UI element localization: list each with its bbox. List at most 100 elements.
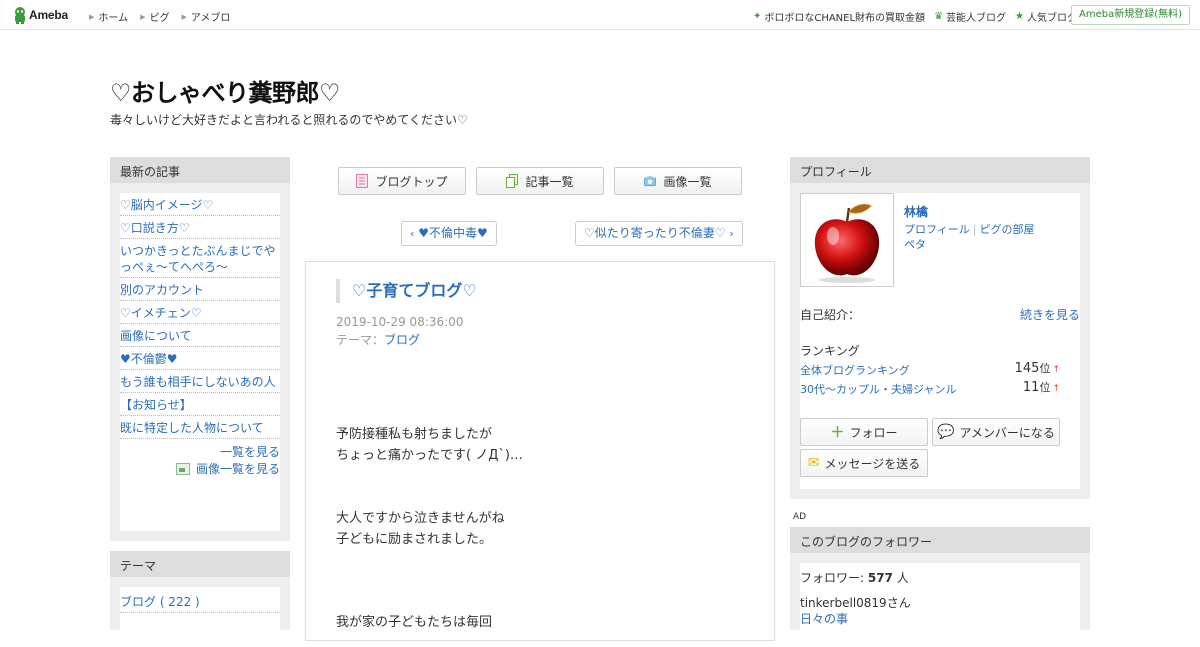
list-item[interactable]: 別のアカウント — [120, 278, 280, 301]
document-icon — [356, 174, 369, 188]
promo-label: 人気ブログ — [1027, 13, 1077, 24]
follow-button[interactable]: ＋ フォロー — [800, 418, 928, 446]
list-item[interactable]: ♡口説き方♡ — [120, 216, 280, 239]
plus-icon: ＋ — [830, 425, 845, 441]
amember-button[interactable]: 💬 アメンバーになる — [932, 418, 1060, 446]
blog-top-label: ブログトップ — [375, 174, 448, 189]
nav-item-ameblo[interactable]: ▶ アメブロ — [181, 9, 231, 25]
global-nav: ▶ ホーム ▶ ピグ ▶ アメブロ — [89, 9, 242, 25]
article-date: 2019-10-29 08:36:00 — [336, 315, 464, 329]
entry-link[interactable]: いつかきっとたぶんまじでやっぺぇ～てへぺろ～ — [120, 244, 276, 274]
camera-icon — [644, 176, 657, 187]
avatar[interactable] — [800, 193, 894, 287]
article-paragraph: 予防接種私も射ちましたが ちょっと痛かったです( ノД`)… — [336, 424, 523, 466]
article-title[interactable]: ♡子育てブログ♡ — [336, 279, 477, 303]
followers-body: フォロワー: 577 人 tinkerbell0819さん 日々の事 — [800, 563, 1080, 643]
entry-link[interactable]: ♡イメチェン♡ — [120, 306, 202, 320]
image-more-row: 画像一覧を見る — [120, 460, 280, 477]
message-label: メッセージを送る — [824, 456, 921, 471]
nav-item-pig[interactable]: ▶ ピグ — [140, 9, 169, 25]
nav-label: アメブロ — [190, 13, 231, 24]
prev-entry-label: ♥不倫中毒♥ — [418, 226, 488, 240]
image-list-label: 画像一覧 — [663, 174, 712, 189]
chevron-right-icon: ▶ — [140, 12, 146, 21]
sparkle-icon: ✦ — [752, 11, 762, 22]
list-item[interactable]: いつかきっとたぶんまじでやっぺぇ～てへぺろ～ — [120, 239, 280, 278]
list-more-link[interactable]: 一覧を見る — [220, 445, 280, 459]
message-button[interactable]: ✉ メッセージを送る — [800, 449, 928, 477]
list-item[interactable]: ブログ ( 222 ) — [120, 587, 280, 613]
promo-label: 芸能人ブログ — [946, 13, 1007, 24]
blog-nav-buttons: ブログトップ 記事一覧 画像一覧 — [338, 167, 742, 195]
profile-link[interactable]: プロフィール — [904, 223, 970, 236]
list-item[interactable]: もう誰も相手にしないあの人 — [120, 370, 280, 393]
theme-link[interactable]: ブログ ( 222 ) — [120, 595, 200, 609]
peta-link[interactable]: ペタ — [904, 238, 926, 251]
list-item[interactable]: ♡イメチェン♡ — [120, 301, 280, 324]
promo-label: ボロボロなCHANEL財布の買取金額 — [764, 13, 926, 24]
promo-link-popular-blog[interactable]: ★ 人気ブログ — [1015, 9, 1077, 24]
list-item[interactable]: 【お知らせ】 — [120, 393, 280, 416]
list-more-row: 一覧を見る — [120, 444, 280, 460]
register-button[interactable]: Ameba新規登録(無料) — [1070, 5, 1190, 25]
entry-link[interactable]: 別のアカウント — [120, 283, 204, 297]
speech-bubble-icon: 💬 — [937, 424, 955, 440]
article-line: 大人ですから泣きませんがね — [336, 511, 505, 526]
pig-room-link[interactable]: ピグの部屋 — [980, 223, 1035, 236]
entry-link[interactable]: ♥不倫鬱♥ — [120, 352, 178, 366]
ranking-row: 30代〜カップル・夫婦ジャンル 11位 ↑ — [800, 380, 1060, 397]
ranking-value: 145位 ↑ — [1015, 360, 1060, 376]
chevron-left-icon: ‹ — [410, 227, 415, 240]
followers-panel: このブログのフォロワー フォロワー: 577 人 tinkerbell0819さ… — [790, 527, 1090, 643]
ameba-logo[interactable]: Ameba — [13, 6, 68, 24]
blog-top-button[interactable]: ブログトップ — [338, 167, 466, 195]
global-header: Ameba ▶ ホーム ▶ ピグ ▶ アメブロ ✦ ボロボロなCHANEL財布の買取金額… — [0, 0, 1200, 30]
chevron-right-icon: ▶ — [89, 12, 95, 21]
prev-entry-link[interactable]: ‹ ♥不倫中毒♥ — [401, 221, 497, 246]
amember-label: アメンバーになる — [959, 425, 1055, 440]
ranking-unit: 位 — [1039, 362, 1051, 375]
intro-more-link[interactable]: 続きを見る — [1020, 306, 1080, 323]
entry-link[interactable]: ♡脳内イメージ♡ — [120, 198, 213, 212]
theme-body: ブログ ( 222 ) — [120, 587, 280, 647]
list-item[interactable]: ♡脳内イメージ♡ — [120, 193, 280, 216]
list-item[interactable]: ♥不倫鬱♥ — [120, 347, 280, 370]
entry-link[interactable]: 画像について — [120, 329, 192, 343]
follower-blog-link[interactable]: 日々の事 — [800, 610, 848, 627]
nav-item-home[interactable]: ▶ ホーム — [89, 9, 129, 25]
entry-link[interactable]: 既に特定した人物について — [120, 421, 264, 435]
image-list-button[interactable]: 画像一覧 — [614, 167, 742, 195]
follower-count-label: フォロワー: — [800, 571, 868, 585]
profile-name[interactable]: 林檎 — [904, 203, 928, 220]
theme-heading: テーマ — [110, 551, 290, 577]
entry-link[interactable]: もう誰も相手にしないあの人 — [120, 375, 276, 389]
follower-count: フォロワー: 577 人 — [800, 569, 909, 586]
image-more-link[interactable]: 画像一覧を見る — [196, 460, 280, 477]
nav-label: ホーム — [98, 13, 129, 24]
recent-entries-panel: 最新の記事 ♡脳内イメージ♡ ♡口説き方♡ いつかきっとたぶんまじでやっぺぇ～て… — [110, 157, 290, 541]
ranking-link[interactable]: 30代〜カップル・夫婦ジャンル — [800, 383, 956, 396]
ranking-link[interactable]: 全体ブログランキング — [800, 364, 910, 377]
entry-link[interactable]: 【お知らせ】 — [120, 398, 192, 412]
blog-title[interactable]: ♡おしゃべり糞野郎♡ — [110, 73, 341, 108]
profile-panel: プロフィール 林檎 プロフィール | ピグの部屋 ペタ 自己紹介： 続きを見る … — [790, 157, 1090, 499]
ranking-unit: 位 — [1039, 381, 1051, 394]
blog-description: 毒々しいけど大好きだよと言われると照れるのでやめてください♡ — [110, 113, 468, 127]
ranking-number: 11 — [1022, 380, 1040, 395]
promo-link-chanel[interactable]: ✦ ボロボロなCHANEL財布の買取金額 — [753, 9, 925, 24]
list-item[interactable]: 既に特定した人物について — [120, 416, 280, 439]
next-entry-link[interactable]: ♡似たり寄ったり不倫妻♡ › — [575, 221, 743, 246]
ranking-row: 全体ブログランキング 145位 ↑ — [800, 360, 1060, 378]
article-line: 予防接種私も射ちましたが — [336, 427, 493, 442]
ranking-heading: ランキング — [800, 344, 860, 358]
entry-link[interactable]: ♡口説き方♡ — [120, 221, 190, 235]
crown-icon: ♛ — [934, 11, 944, 22]
article-theme-label: テーマ： — [336, 333, 385, 347]
entry-list-button[interactable]: 記事一覧 — [476, 167, 604, 195]
follow-label: フォロー — [849, 425, 898, 440]
follower-count-value: 577 — [867, 571, 893, 585]
promo-link-celebrity-blog[interactable]: ♛ 芸能人ブログ — [934, 9, 1006, 24]
apple-image — [814, 203, 880, 283]
article-theme-link[interactable]: ブログ — [384, 333, 420, 347]
list-item[interactable]: 画像について — [120, 324, 280, 347]
